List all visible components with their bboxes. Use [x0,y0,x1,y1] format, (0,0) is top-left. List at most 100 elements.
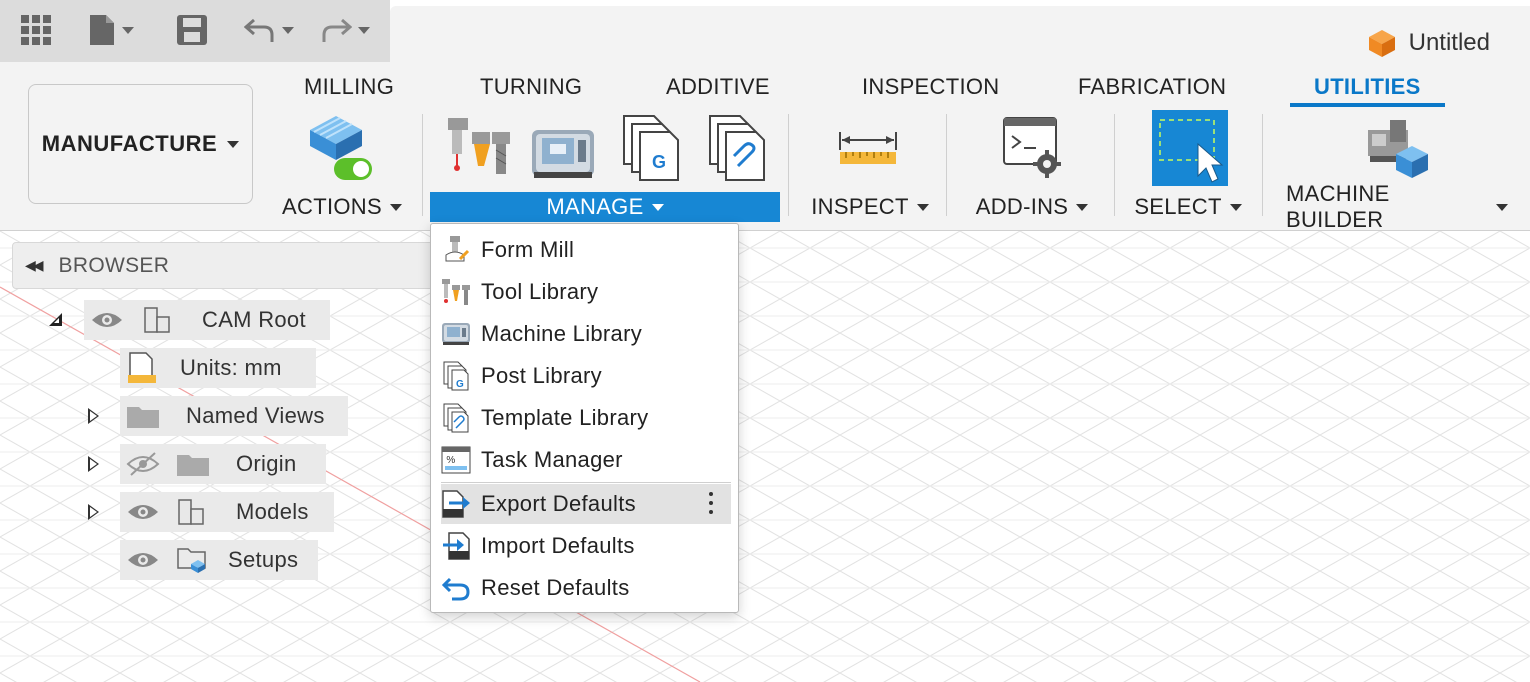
machine-library-icon[interactable] [530,122,596,185]
menu-item-post-library[interactable]: G Post Library [441,356,731,396]
measure-icon[interactable] [838,130,898,173]
component-icon [178,499,204,525]
tree-node-label: Units: mm [180,355,282,380]
inspect-group-label: INSPECT [811,194,909,219]
machine-builder-icon[interactable] [1366,116,1432,187]
visibility-hidden-icon[interactable] [126,451,160,477]
menu-item-tool-library[interactable]: Tool Library [441,272,731,312]
ribbon-separator [422,114,423,216]
menu-item-export-defaults[interactable]: Export Defaults [441,484,731,524]
form-mill-icon [441,235,471,265]
ribbon-separator [788,114,789,216]
machine-builder-caret-icon [1496,203,1508,211]
menu-item-label: Task Manager [481,447,623,472]
tree-node-cam-root[interactable]: CAM Root [84,300,330,340]
ribbon-separator [1114,114,1115,216]
export-icon [441,489,471,519]
actions-icon[interactable] [308,114,374,187]
file-icon[interactable] [88,12,134,48]
units-document-icon [128,352,156,383]
select-group-button[interactable]: SELECT [1134,192,1242,222]
visibility-eye-icon[interactable] [126,500,160,524]
tree-node-label: Named Views [186,403,325,428]
menu-item-import-defaults[interactable]: Import Defaults [441,526,731,566]
inspect-caret-icon [916,203,929,211]
menu-item-task-manager[interactable]: % Task Manager [441,440,731,480]
select-window-icon[interactable] [1152,110,1228,191]
undo-dropdown-caret-icon [282,26,294,34]
reset-icon [441,573,471,603]
manage-dropdown-menu: Form Mill Tool Library Machine Library G… [430,223,739,613]
quick-access-toolbar [0,0,390,62]
active-tab-indicator [1290,103,1445,107]
menu-item-label: Machine Library [481,321,643,346]
tree-node-label: Setups [228,547,299,572]
menu-item-label: Post Library [481,363,602,388]
actions-group-label: ACTIONS [282,194,382,219]
tool-library-icon[interactable] [444,114,514,187]
collapsed-triangle-icon[interactable] [88,408,99,424]
redo-icon[interactable] [320,12,370,48]
template-library-icon [441,403,471,433]
svg-text:G: G [456,379,464,390]
actions-caret-icon [389,203,402,211]
workspace-caret-icon [227,140,240,148]
grid-icon[interactable] [20,12,52,48]
tree-node-units[interactable]: Units: mm [120,348,316,388]
ribbon: MANUFACTURE MILLING TURNING ADDITIVE INS… [0,62,1530,232]
menu-item-label: Form Mill [481,237,575,262]
tab-milling[interactable]: MILLING [304,74,394,100]
tab-additive[interactable]: ADDITIVE [666,74,770,100]
document-title-text: Untitled [1408,29,1490,56]
tool-library-icon [441,277,471,307]
workspace-switcher[interactable]: MANUFACTURE [28,84,253,204]
machine-library-icon [441,319,471,349]
tree-node-named-views[interactable]: Named Views [120,396,348,436]
select-group-label: SELECT [1134,194,1222,219]
task-manager-icon: % [441,445,471,475]
browser-title: BROWSER [58,253,170,277]
addins-group-button[interactable]: ADD-INS [966,192,1098,222]
browser-panel-header[interactable]: ◀◀ BROWSER [12,242,434,289]
menu-item-label: Tool Library [481,279,599,304]
save-icon[interactable] [176,12,208,48]
post-library-icon[interactable]: G [622,114,682,189]
component-icon [144,307,170,333]
inspect-group-button[interactable]: INSPECT [810,192,930,222]
template-library-icon[interactable] [708,114,768,189]
svg-text:%: % [446,455,455,466]
menu-item-reset-defaults[interactable]: Reset Defaults [441,568,731,608]
tab-inspection[interactable]: INSPECTION [862,74,999,100]
visibility-eye-icon[interactable] [126,548,160,572]
document-tab[interactable]: Untitled [390,6,1530,62]
folder-icon [127,407,159,428]
collapsed-triangle-icon[interactable] [88,456,99,472]
menu-item-template-library[interactable]: Template Library [441,398,731,438]
redo-dropdown-caret-icon [358,26,370,34]
tab-utilities[interactable]: UTILITIES [1314,74,1421,100]
ribbon-separator [1262,114,1263,216]
menu-item-label: Export Defaults [481,491,636,516]
tree-node-origin[interactable]: Origin [120,444,326,484]
visibility-eye-icon[interactable] [90,308,124,332]
addins-caret-icon [1076,203,1089,211]
machine-builder-group-label: MACHINE BUILDER [1286,181,1390,232]
manage-caret-icon [651,203,664,211]
tree-node-models[interactable]: Models [120,492,334,532]
tab-turning[interactable]: TURNING [480,74,582,100]
undo-icon[interactable] [244,12,294,48]
expanded-triangle-icon[interactable] [48,312,64,328]
menu-item-machine-library[interactable]: Machine Library [441,314,731,354]
post-library-icon: G [441,361,471,391]
document-cube-icon [1368,30,1395,57]
more-options-icon[interactable] [709,492,713,519]
scripts-addins-icon[interactable] [1002,116,1066,187]
tab-fabrication[interactable]: FABRICATION [1078,74,1226,100]
machine-builder-group-button[interactable]: MACHINE BUILDER [1286,181,1508,232]
collapse-panel-icon[interactable]: ◀◀ [25,257,43,274]
actions-group-button[interactable]: ACTIONS [282,192,402,222]
manage-group-button[interactable]: MANAGE [430,192,780,222]
menu-item-form-mill[interactable]: Form Mill [441,230,731,270]
collapsed-triangle-icon[interactable] [88,504,99,520]
tree-node-setups[interactable]: Setups [120,540,318,580]
